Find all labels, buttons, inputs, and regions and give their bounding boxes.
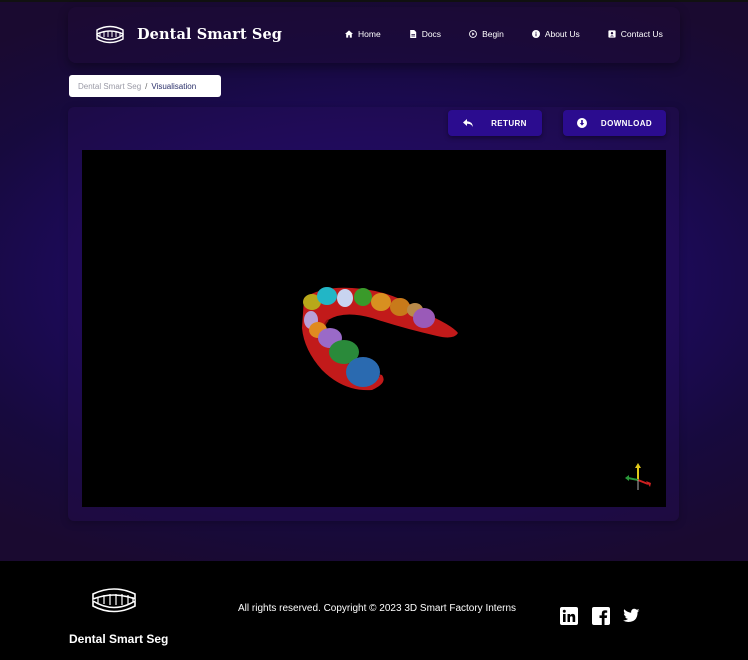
nav-about-label: About Us	[544, 29, 580, 39]
nav-home[interactable]: Home	[345, 29, 381, 39]
orientation-axes-icon	[625, 463, 651, 490]
footer-copyright: All rights reserved. Copyright © 2023 3D…	[238, 603, 517, 614]
tooth-lightblue	[337, 289, 353, 307]
nav-docs[interactable]: Docs	[409, 29, 441, 39]
tooth-darkorange	[390, 298, 410, 316]
nav-contact[interactable]: Contact Us	[608, 29, 663, 39]
nav-docs-label: Docs	[421, 29, 442, 39]
download-button[interactable]: DOWNLOAD	[563, 110, 666, 136]
facebook-link[interactable]	[592, 607, 610, 625]
linkedin-icon	[560, 607, 578, 625]
denture-logo-icon	[96, 25, 124, 44]
tooth-orange	[371, 293, 391, 311]
play-circle-icon	[469, 30, 477, 38]
footer-brand-name: Dental Smart Seg	[69, 632, 169, 646]
3d-viewer-canvas[interactable]	[82, 150, 666, 507]
twitter-link[interactable]	[622, 607, 640, 625]
facebook-icon	[592, 607, 610, 625]
breadcrumb-separator: /	[145, 81, 148, 91]
nav-begin[interactable]: Begin	[469, 29, 504, 39]
home-icon	[345, 30, 353, 38]
navbar: Dental Smart Seg Home Docs Begin About U…	[68, 7, 680, 63]
return-label: RETURN	[491, 118, 527, 128]
tooth-blue	[346, 357, 380, 387]
nav-about[interactable]: About Us	[531, 29, 580, 39]
contact-card-icon	[608, 30, 616, 38]
twitter-icon	[622, 608, 640, 622]
footer-denture-logo-icon	[92, 588, 136, 613]
download-label: DOWNLOAD	[600, 118, 653, 128]
linkedin-link[interactable]	[560, 607, 578, 625]
return-button[interactable]: RETURN	[448, 110, 542, 136]
reply-arrow-icon	[463, 119, 474, 127]
nav-contact-label: Contact Us	[620, 29, 663, 39]
tooth-purple-back	[413, 308, 435, 328]
brand-name: Dental Smart Seg	[137, 25, 283, 43]
tooth-cyan	[317, 287, 337, 305]
tooth-green	[354, 288, 372, 306]
nav-links: Home Docs Begin About Us Contact Us	[345, 29, 663, 39]
top-border	[0, 0, 748, 2]
download-user-icon	[576, 118, 587, 128]
info-icon	[531, 30, 540, 38]
breadcrumb: Dental Smart Seg / Visualisation	[69, 75, 221, 97]
document-icon	[409, 30, 416, 38]
dental-arch-model	[302, 287, 651, 490]
nav-home-label: Home	[358, 29, 381, 39]
brand[interactable]: Dental Smart Seg	[94, 22, 282, 46]
breadcrumb-parent[interactable]: Dental Smart Seg	[78, 82, 141, 91]
breadcrumb-current: Visualisation	[151, 81, 197, 91]
nav-begin-label: Begin	[482, 29, 504, 39]
